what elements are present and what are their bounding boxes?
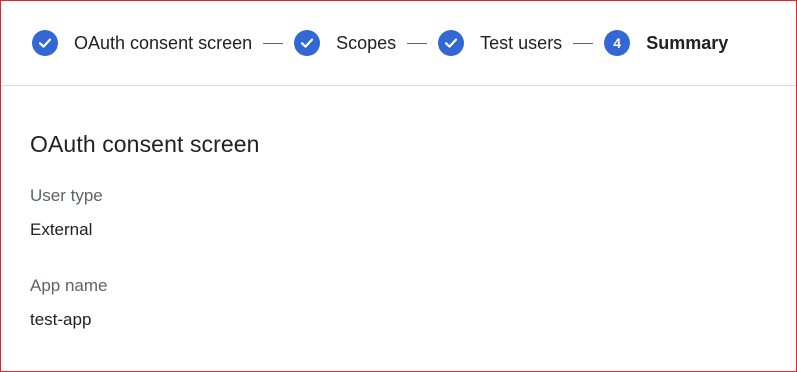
step-summary[interactable]: 4 Summary bbox=[604, 30, 728, 56]
summary-content: OAuth consent screen User type External … bbox=[1, 130, 796, 330]
step-test-users[interactable]: Test users bbox=[438, 30, 562, 56]
check-icon bbox=[438, 30, 465, 56]
step-number: 4 bbox=[613, 35, 622, 51]
stepper: OAuth consent screen Scopes Test users 4… bbox=[1, 1, 796, 86]
field-label: App name bbox=[30, 276, 108, 295]
step-label: Scopes bbox=[336, 32, 397, 53]
step-label: Summary bbox=[646, 32, 729, 53]
summary-panel: OAuth consent screen Scopes Test users 4… bbox=[0, 0, 797, 372]
step-connector bbox=[263, 42, 284, 44]
step-scopes[interactable]: Scopes bbox=[294, 30, 396, 56]
field-app-name: App name test-app bbox=[30, 276, 767, 330]
check-icon bbox=[32, 30, 58, 56]
check-icon bbox=[294, 30, 321, 56]
step-number-badge: 4 bbox=[604, 30, 631, 56]
field-value: External bbox=[30, 220, 93, 239]
section-title: OAuth consent screen bbox=[30, 131, 260, 157]
step-connector bbox=[573, 42, 594, 44]
field-label: User type bbox=[30, 186, 103, 205]
step-oauth-consent-screen[interactable]: OAuth consent screen bbox=[32, 30, 252, 56]
field-value: test-app bbox=[30, 310, 92, 329]
step-label: Test users bbox=[480, 32, 563, 53]
field-user-type: User type External bbox=[30, 186, 767, 240]
step-label: OAuth consent screen bbox=[74, 32, 253, 53]
step-connector bbox=[407, 42, 428, 44]
